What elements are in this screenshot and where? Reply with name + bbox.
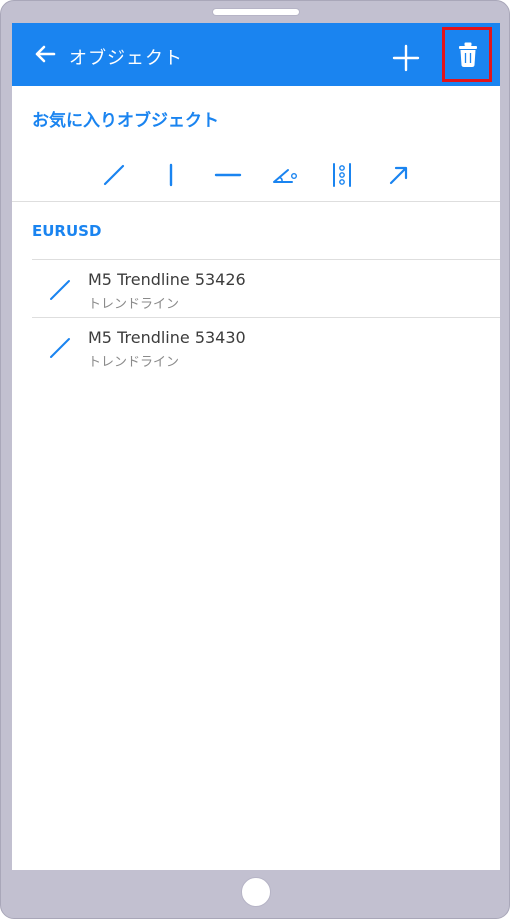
back-button[interactable]	[30, 39, 60, 69]
trendline-icon	[50, 280, 70, 300]
delete-button[interactable]	[442, 27, 492, 82]
horizontal-line-icon	[214, 173, 242, 177]
object-type: トレンドライン	[88, 297, 180, 312]
arrow-left-icon	[35, 45, 56, 63]
object-name: M5 Trendline 53426	[88, 270, 246, 289]
arrow-icon	[389, 166, 408, 185]
trendline-icon	[103, 164, 125, 186]
app-bar: オブジェクト	[12, 23, 500, 86]
home-button[interactable]	[241, 877, 271, 907]
trendline-icon	[50, 338, 70, 358]
add-object-button[interactable]	[391, 43, 421, 73]
phone-speaker	[213, 9, 299, 15]
object-row[interactable]: M5 Trendline 53426 トレンドライン	[32, 260, 500, 317]
app-screen: オブジェクト お気に入りオブジェクト EURUSD M5 Trendline 5…	[12, 23, 500, 870]
favorite-horizontal-line-button[interactable]	[214, 161, 242, 189]
symbol-header: EURUSD	[32, 222, 102, 240]
phone-frame: オブジェクト お気に入りオブジェクト EURUSD M5 Trendline 5…	[0, 0, 510, 919]
section-divider	[12, 201, 500, 202]
favorite-arrow-button[interactable]	[385, 161, 413, 189]
object-name: M5 Trendline 53430	[88, 328, 246, 347]
favorite-vertical-line-button[interactable]	[157, 161, 185, 189]
trash-icon	[459, 42, 477, 67]
trend-angle-icon	[273, 169, 298, 183]
favorite-trendline-button[interactable]	[100, 161, 128, 189]
object-row[interactable]: M5 Trendline 53430 トレンドライン	[32, 318, 500, 375]
object-type: トレンドライン	[88, 355, 180, 370]
favorites-title: お気に入りオブジェクト	[32, 111, 219, 131]
fibonacci-icon	[333, 163, 351, 187]
favorite-trend-angle-button[interactable]	[271, 161, 299, 189]
favorite-fibonacci-button[interactable]	[328, 161, 356, 189]
vertical-line-icon	[169, 163, 173, 187]
page-title: オブジェクト	[69, 48, 183, 69]
plus-icon	[392, 44, 420, 72]
